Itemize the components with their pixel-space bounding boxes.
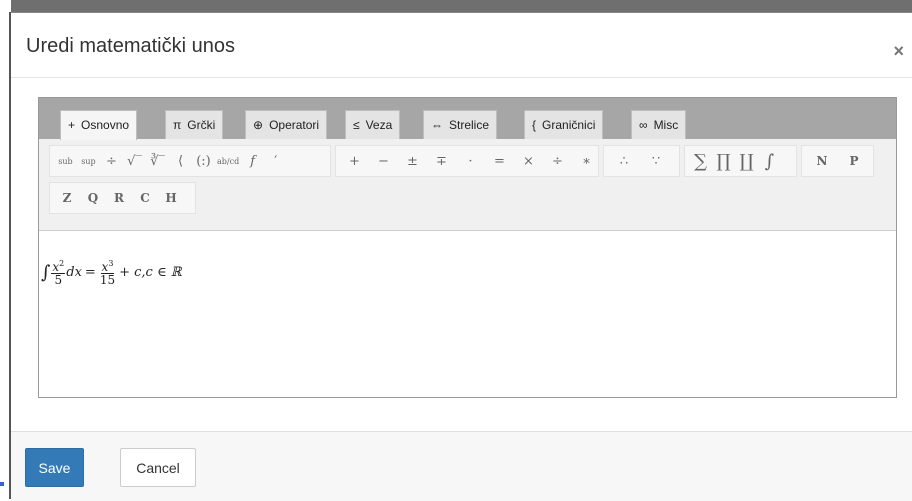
sum-button[interactable]: ∑ <box>689 149 712 173</box>
divide-button[interactable]: ÷ <box>543 149 572 173</box>
math-edit-dialog: Uredi matematički unos × + Osnovno π Grčki… <box>11 12 912 501</box>
background-page-edge <box>0 0 11 499</box>
asterisk-button[interactable]: ∗ <box>572 149 601 173</box>
naturals-button[interactable]: N <box>806 149 838 173</box>
tab-grcki[interactable]: π Grčki <box>165 110 224 139</box>
superscript-button[interactable]: sup <box>77 149 100 173</box>
primes-button[interactable]: P <box>838 149 870 173</box>
integral-sign: ∫ <box>41 261 51 283</box>
minus-plus-button[interactable]: ∓ <box>427 149 456 173</box>
background-marks <box>0 440 9 499</box>
close-icon[interactable]: × <box>893 42 904 60</box>
tab-label: Osnovno <box>81 118 130 132</box>
cancel-button[interactable]: Cancel <box>120 448 196 487</box>
fraction-1-numerator: x2 <box>51 259 66 274</box>
coproduct-button[interactable]: ∐ <box>735 149 758 173</box>
minus-button[interactable]: − <box>369 149 398 173</box>
dot-button[interactable]: · <box>456 149 485 173</box>
symbol-group-sets: N P <box>801 145 874 177</box>
integers-button[interactable]: Z <box>54 186 80 210</box>
less-equal-icon: ≤ <box>353 118 360 132</box>
symbol-group-logic: ∴ ∵ <box>603 145 680 177</box>
dialog-footer: Save Cancel <box>11 431 912 501</box>
equals-button[interactable]: = <box>485 149 514 173</box>
prime-button[interactable]: ′ <box>264 149 287 173</box>
angle-bracket-button[interactable]: ⟨ <box>169 149 192 173</box>
plus-icon: + <box>68 118 76 132</box>
binomial-button[interactable]: (:) <box>192 149 215 173</box>
complex-button[interactable]: C <box>132 186 158 210</box>
math-input-area[interactable]: ∫ x2 5 dx = x3 15 + c,c ∈ ℝ <box>39 231 896 397</box>
fraction-2-numerator: x3 <box>100 259 115 274</box>
circled-plus-icon: ⊕ <box>253 118 264 132</box>
reals-button[interactable]: R <box>106 186 132 210</box>
symbol-row-2: Z Q R C H <box>49 182 196 214</box>
nth-root-button[interactable]: ∛‾ <box>146 149 169 173</box>
differential: dx <box>66 264 82 280</box>
tab-strip: + Osnovno π Grčki ⊕ Operatori ≤ Veza ⇔ Streli… <box>39 98 896 140</box>
background-overlay <box>0 0 912 12</box>
tab-label: Graničnici <box>542 118 596 132</box>
tab-operatori[interactable]: ⊕ Operatori <box>245 110 328 139</box>
dialog-header: Uredi matematički unos × <box>11 13 912 78</box>
formula-rest: + c,c ∈ ℝ <box>119 264 182 280</box>
times-button[interactable]: × <box>514 149 543 173</box>
therefore-button[interactable]: ∴ <box>608 149 640 173</box>
math-toolbar: + Osnovno π Grčki ⊕ Operatori ≤ Veza ⇔ Streli… <box>39 98 896 231</box>
math-editor: + Osnovno π Grčki ⊕ Operatori ≤ Veza ⇔ Streli… <box>38 97 897 398</box>
double-arrow-icon: ⇔ <box>431 118 443 132</box>
symbol-group-number-sets: Z Q R C H <box>49 182 196 214</box>
symbol-group-operators: + − ± ∓ · = × ÷ ∗ <box>335 145 599 177</box>
tab-granicnici[interactable]: { Graničnici <box>524 110 604 139</box>
integral-button[interactable]: ∫ <box>758 149 781 173</box>
infinity-icon: ∞ <box>639 118 648 132</box>
subscript-button[interactable]: sub <box>54 149 77 173</box>
plus-minus-button[interactable]: ± <box>398 149 427 173</box>
sqrt-button[interactable]: √‾ <box>123 149 146 173</box>
symbol-row-1: sub sup ÷ √‾ ∛‾ ⟨ (:) ab/cd f ′ + − ± ∓ … <box>49 145 874 177</box>
dialog-title: Uredi matematički unos <box>26 35 235 57</box>
tab-misc[interactable]: ∞ Misc <box>631 110 687 139</box>
because-button[interactable]: ∵ <box>640 149 672 173</box>
tab-label: Strelice <box>449 118 490 132</box>
tab-osnovno[interactable]: + Osnovno <box>60 110 138 140</box>
plus-button[interactable]: + <box>340 149 369 173</box>
tab-veza[interactable]: ≤ Veza <box>345 110 401 139</box>
fraction-button[interactable]: ÷ <box>100 149 123 173</box>
save-button[interactable]: Save <box>25 448 84 487</box>
tab-label: Misc <box>653 118 679 132</box>
tab-label: Grčki <box>187 118 216 132</box>
fraction-2-denominator: 15 <box>99 273 116 287</box>
fraction-2: x3 15 <box>100 258 115 286</box>
symbol-group-basic: sub sup ÷ √‾ ∛‾ ⟨ (:) ab/cd f ′ <box>49 145 331 177</box>
pi-icon: π <box>173 118 182 132</box>
fraction-1-denominator: 5 <box>54 273 63 287</box>
product-button[interactable]: ∏ <box>712 149 735 173</box>
tab-label: Operatori <box>269 118 320 132</box>
rationals-button[interactable]: Q <box>80 186 106 210</box>
math-formula: ∫ x2 5 dx = x3 15 + c,c ∈ ℝ <box>41 255 182 289</box>
equals-sign: = <box>84 264 96 280</box>
brace-icon: { <box>532 118 537 132</box>
matrix-button[interactable]: ab/cd <box>215 149 241 173</box>
symbol-group-big-operators: ∑ ∏ ∐ ∫ <box>684 145 797 177</box>
tab-label: Veza <box>365 118 393 132</box>
tab-strelice[interactable]: ⇔ Strelice <box>423 110 498 139</box>
quaternions-button[interactable]: H <box>158 186 184 210</box>
fraction-1: x2 5 <box>51 258 66 287</box>
function-button[interactable]: f <box>241 149 264 173</box>
